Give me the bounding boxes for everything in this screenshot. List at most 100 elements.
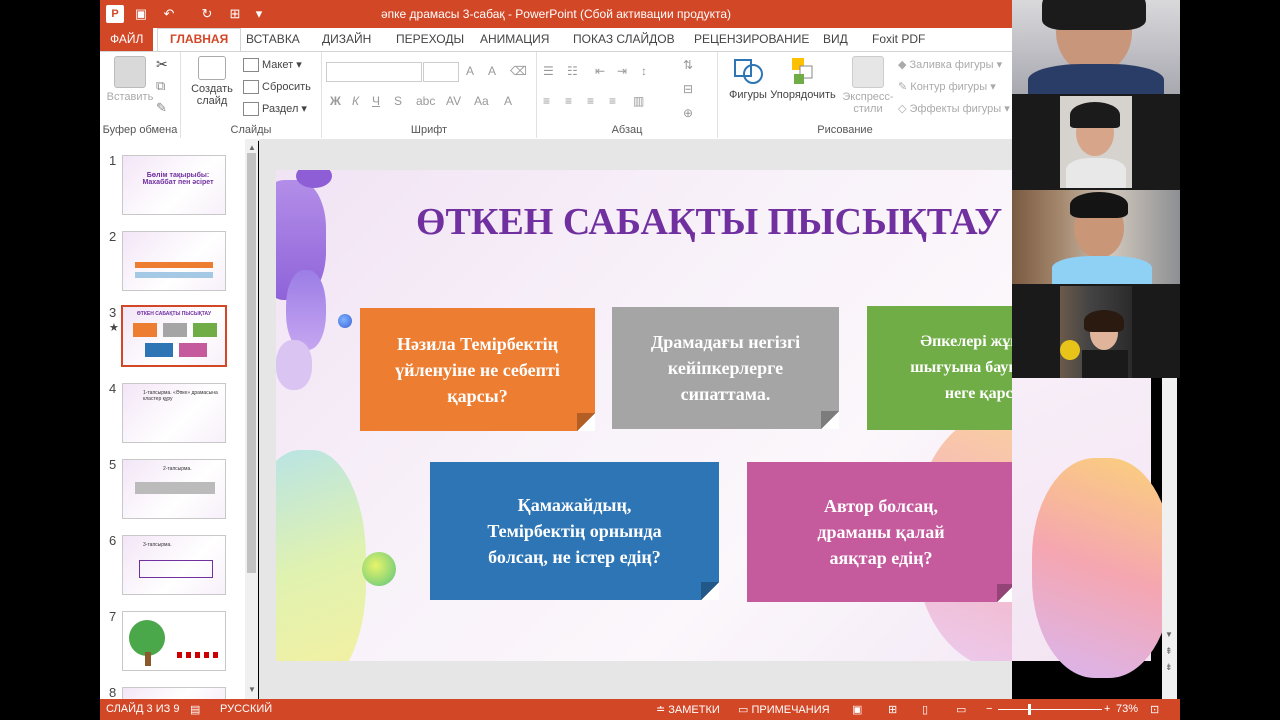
strikethrough-icon[interactable]: abc	[416, 94, 435, 108]
columns-icon[interactable]: ▥	[633, 94, 644, 108]
font-color-icon[interactable]: A	[504, 94, 512, 108]
shape-effects-button[interactable]: ◇ Эффекты фигуры ▾	[898, 102, 1010, 115]
clear-format-icon[interactable]: ⌫	[510, 64, 527, 78]
normal-view-icon[interactable]: ▣	[852, 703, 862, 716]
increase-indent-icon[interactable]: ⇥	[617, 64, 627, 78]
justify-icon[interactable]: ≡	[609, 94, 616, 108]
thumbnail-card	[145, 343, 173, 357]
shape-fill-button[interactable]: ◆ Заливка фигуры ▾	[898, 58, 1002, 71]
slideshow-view-icon[interactable]: ▭	[956, 703, 966, 716]
thumbnail-bar	[135, 262, 213, 268]
current-slide[interactable]: ӨТКЕН САБАҚТЫ ПЫСЫҚТАУ Нәзила Темірбекті…	[276, 170, 1012, 661]
language-indicator[interactable]: РУССКИЙ	[220, 703, 272, 715]
quick-styles-button[interactable]: Экспресс- стили	[838, 56, 898, 115]
copy-icon[interactable]: ⧉	[156, 78, 165, 94]
slide-thumbnails-pane: 1 Бөлім тақырыбы: Махаббат пен әсірет 2 …	[100, 139, 258, 700]
text-direction-icon[interactable]: ⇅	[683, 58, 693, 72]
thumbnail-number: 2	[109, 229, 117, 244]
scroll-down-icon[interactable]: ▼	[248, 685, 256, 694]
scroll-down-icon[interactable]: ▼	[1165, 630, 1173, 639]
paste-label: Вставить	[106, 91, 154, 103]
next-slide-icon[interactable]: ⇟	[1165, 662, 1173, 673]
align-left-icon[interactable]: ≡	[543, 94, 550, 108]
arrange-button[interactable]: Упорядочить	[770, 56, 836, 101]
shadow-button[interactable]: S	[394, 94, 402, 108]
zoom-out-icon[interactable]: −	[986, 703, 992, 715]
tab-home[interactable]: ГЛАВНАЯ	[157, 28, 242, 53]
zoom-slider-thumb[interactable]	[1028, 704, 1031, 715]
font-name-field[interactable]	[326, 62, 422, 82]
numbering-icon[interactable]: ☷	[567, 64, 578, 78]
bold-button[interactable]: Ж	[330, 94, 341, 108]
cut-icon[interactable]: ✂	[156, 56, 168, 73]
section-button[interactable]: Раздел ▾	[243, 102, 307, 117]
previous-slide-icon[interactable]: ⇞	[1165, 646, 1173, 657]
slide-thumbnail-5[interactable]: 2-тапсырма.	[122, 459, 226, 519]
slide-thumbnail-3[interactable]: ӨТКЕН САБАҚТЫ ПЫСЫҚТАУ	[121, 305, 227, 367]
increase-font-icon[interactable]: A	[466, 64, 474, 78]
reset-button[interactable]: Сбросить	[243, 80, 311, 94]
decor-blob	[276, 450, 366, 661]
question-card-2[interactable]: Драмадағы негізгі кейіпкерлерге сипаттам…	[612, 307, 839, 429]
paste-button[interactable]: Вставить	[100, 56, 160, 103]
spellcheck-icon[interactable]: ▤	[190, 703, 200, 716]
fit-slide-icon[interactable]: ⊡	[1150, 703, 1159, 716]
font-size-field[interactable]	[423, 62, 459, 82]
ribbon: Вставить ✂ ⧉ ✎ Буфер обмена Создать слай…	[100, 51, 1012, 141]
underline-button[interactable]: Ч	[372, 94, 380, 108]
tab-animation[interactable]: АНИМАЦИЯ	[480, 32, 549, 46]
slide-sorter-icon[interactable]: ⊞	[888, 703, 897, 716]
slide-thumbnail-1[interactable]: Бөлім тақырыбы: Махаббат пен әсірет	[122, 155, 226, 215]
paragraph-group: ☰ ☷ ⇤ ⇥ ↕ ⇅ ≡ ≡ ≡ ≡ ▥ ⊟ ⊕ Абзац	[537, 52, 718, 138]
bullets-icon[interactable]: ☰	[543, 64, 554, 78]
thumbnail-number: 1	[109, 153, 117, 168]
change-case-icon[interactable]: Aa	[474, 94, 489, 108]
slide-thumbnail-2[interactable]	[122, 231, 226, 291]
tab-review[interactable]: РЕЦЕНЗИРОВАНИЕ	[694, 32, 809, 46]
decrease-font-icon[interactable]: A	[488, 64, 496, 78]
line-spacing-icon[interactable]: ↕	[641, 64, 647, 78]
tab-transitions[interactable]: ПЕРЕХОДЫ	[396, 32, 464, 46]
participant-video-3[interactable]	[1012, 190, 1180, 284]
align-text-icon[interactable]: ⊟	[683, 82, 693, 96]
smartart-icon[interactable]: ⊕	[683, 106, 693, 120]
scrollbar-thumb[interactable]	[247, 153, 256, 573]
slide-thumbnail-4[interactable]: 1-тапсырма. «Әпке» драмасына кластер құр…	[122, 383, 226, 443]
tab-view[interactable]: ВИД	[823, 32, 848, 46]
slide-thumbnail-7[interactable]	[122, 611, 226, 671]
layout-button[interactable]: Макет ▾	[243, 58, 302, 73]
tab-insert[interactable]: ВСТАВКА	[246, 32, 300, 46]
align-center-icon[interactable]: ≡	[565, 94, 572, 108]
align-right-icon[interactable]: ≡	[587, 94, 594, 108]
question-card-4[interactable]: Қамажайдың, Темірбектің орнында болсаң, …	[430, 462, 719, 600]
comments-button[interactable]: ▭ ПРИМЕЧАНИЯ	[738, 703, 830, 716]
clipboard-group-label: Буфер обмена	[102, 124, 178, 136]
question-card-5[interactable]: Автор болсаң, драманы қалай аяқтар едің?	[747, 462, 1012, 602]
thumbnails-scrollbar[interactable]: ▲ ▼	[245, 139, 258, 699]
reading-view-icon[interactable]: ▯	[922, 703, 928, 716]
zoom-slider[interactable]	[998, 709, 1102, 710]
zoom-level[interactable]: 73%	[1116, 703, 1138, 715]
question-card-3[interactable]: Әпкелері жұмыска шығуына бауырлары неге …	[867, 306, 1012, 430]
slide-title[interactable]: ӨТКЕН САБАҚТЫ ПЫСЫҚТАУ	[416, 200, 1002, 244]
format-painter-icon[interactable]: ✎	[156, 100, 167, 116]
tab-foxit-pdf[interactable]: Foxit PDF	[872, 32, 925, 46]
question-card-1[interactable]: Нәзила Темірбектің үйленуіне не себепті …	[360, 308, 595, 431]
italic-button[interactable]: К	[352, 94, 359, 108]
shape-outline-button[interactable]: ✎ Контур фигуры ▾	[898, 80, 996, 93]
participant-video-2[interactable]	[1060, 96, 1132, 188]
tab-design[interactable]: ДИЗАЙН	[322, 32, 371, 46]
slide-thumbnail-6[interactable]: 3-тапсырма.	[122, 535, 226, 595]
zoom-in-icon[interactable]: +	[1104, 703, 1110, 715]
slide-scrollbar[interactable]: ▼ ⇞ ⇟	[1162, 378, 1177, 699]
char-spacing-icon[interactable]: AV	[446, 94, 461, 108]
new-slide-button[interactable]: Создать слайд	[187, 56, 237, 107]
shapes-button[interactable]: Фигуры	[718, 56, 778, 101]
tab-slideshow[interactable]: ПОКАЗ СЛАЙДОВ	[573, 32, 675, 46]
decrease-indent-icon[interactable]: ⇤	[595, 64, 605, 78]
participant-video-4[interactable]	[1060, 286, 1132, 378]
tab-file[interactable]: ФАЙЛ	[100, 28, 154, 51]
participant-video-1[interactable]	[1012, 0, 1180, 94]
notes-button[interactable]: ≐ ЗАМЕТКИ	[656, 703, 720, 716]
scroll-up-icon[interactable]: ▲	[248, 143, 256, 152]
